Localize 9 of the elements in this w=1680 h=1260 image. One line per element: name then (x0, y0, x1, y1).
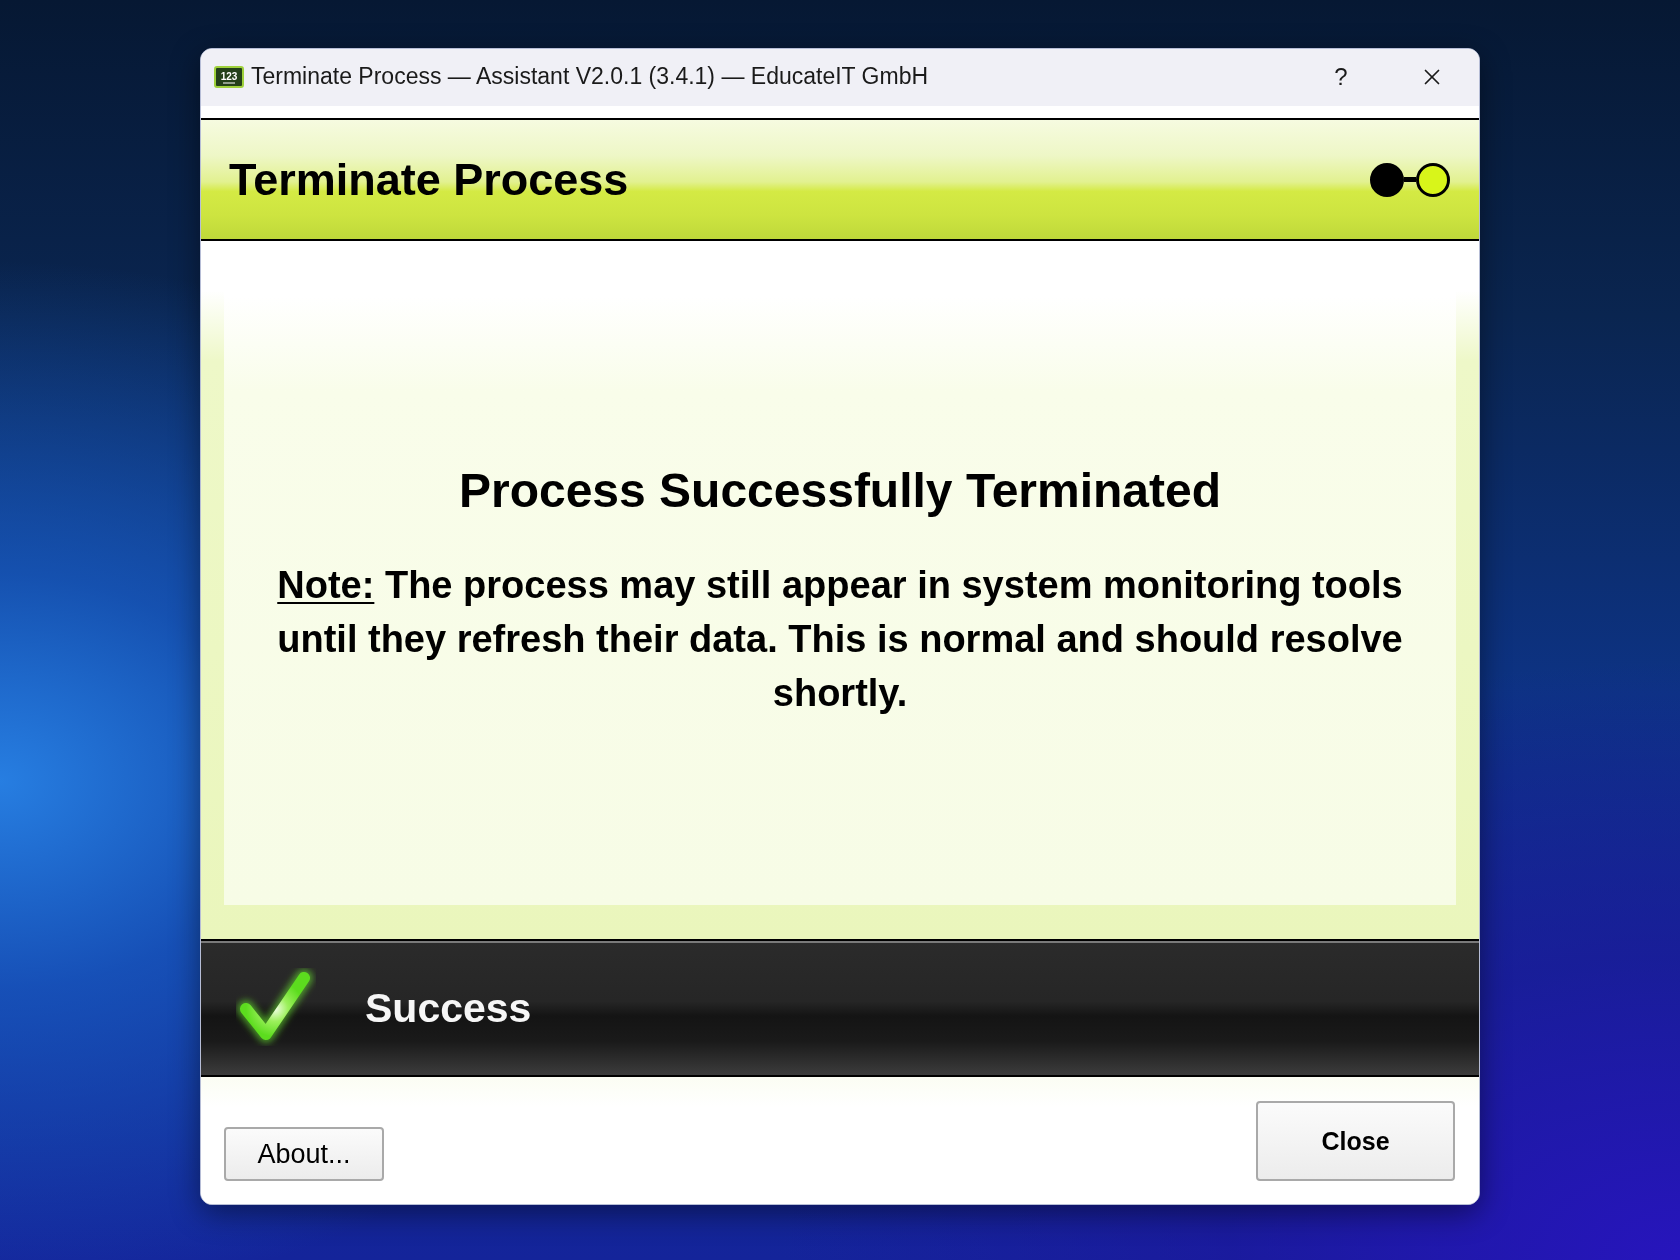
status-label: Success (365, 984, 532, 1032)
dialog-button[interactable]: Close (1256, 1101, 1455, 1181)
page-title: Terminate Process (229, 152, 629, 207)
window-title: Terminate Process — Assistant V2.0.1 (3.4.1) — EducateIT GmbH (251, 63, 930, 90)
result-heading: Process Successfully Terminated (458, 463, 1222, 519)
app-icon: 123 (214, 65, 244, 88)
note-text: Note: The process may still appear in system monitoring tools until they refresh their data. This is normal and should resolve shortly. (276, 563, 1404, 716)
dialog-button[interactable]: About... (224, 1127, 384, 1181)
help-button[interactable]: ? (1311, 54, 1371, 99)
